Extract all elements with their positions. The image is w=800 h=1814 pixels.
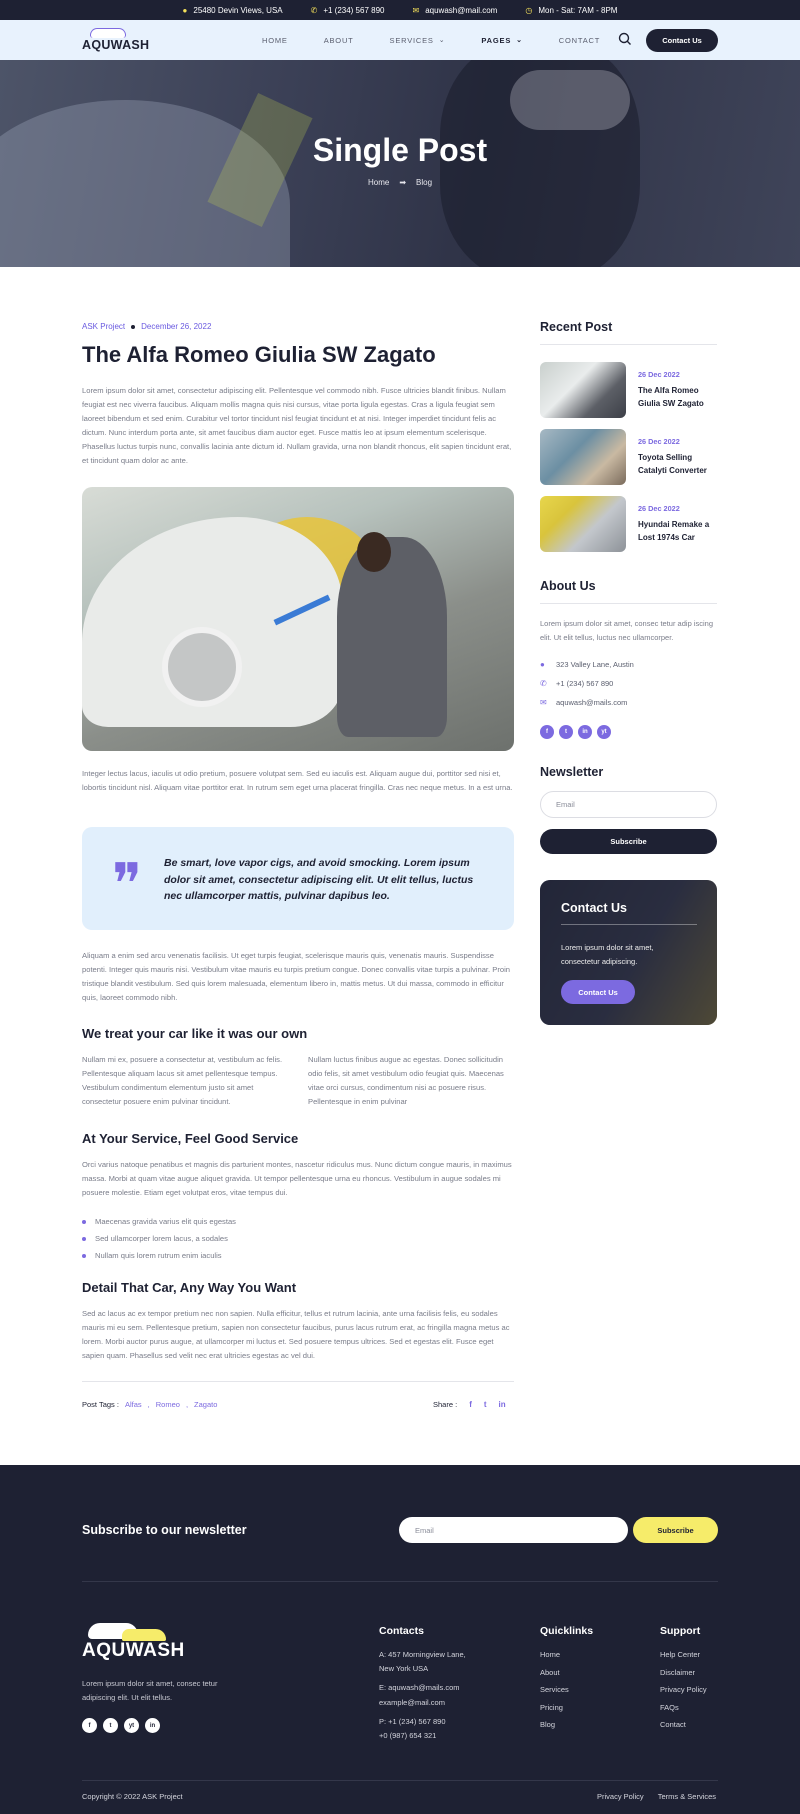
page-canvas bbox=[0, 0, 800, 1814]
